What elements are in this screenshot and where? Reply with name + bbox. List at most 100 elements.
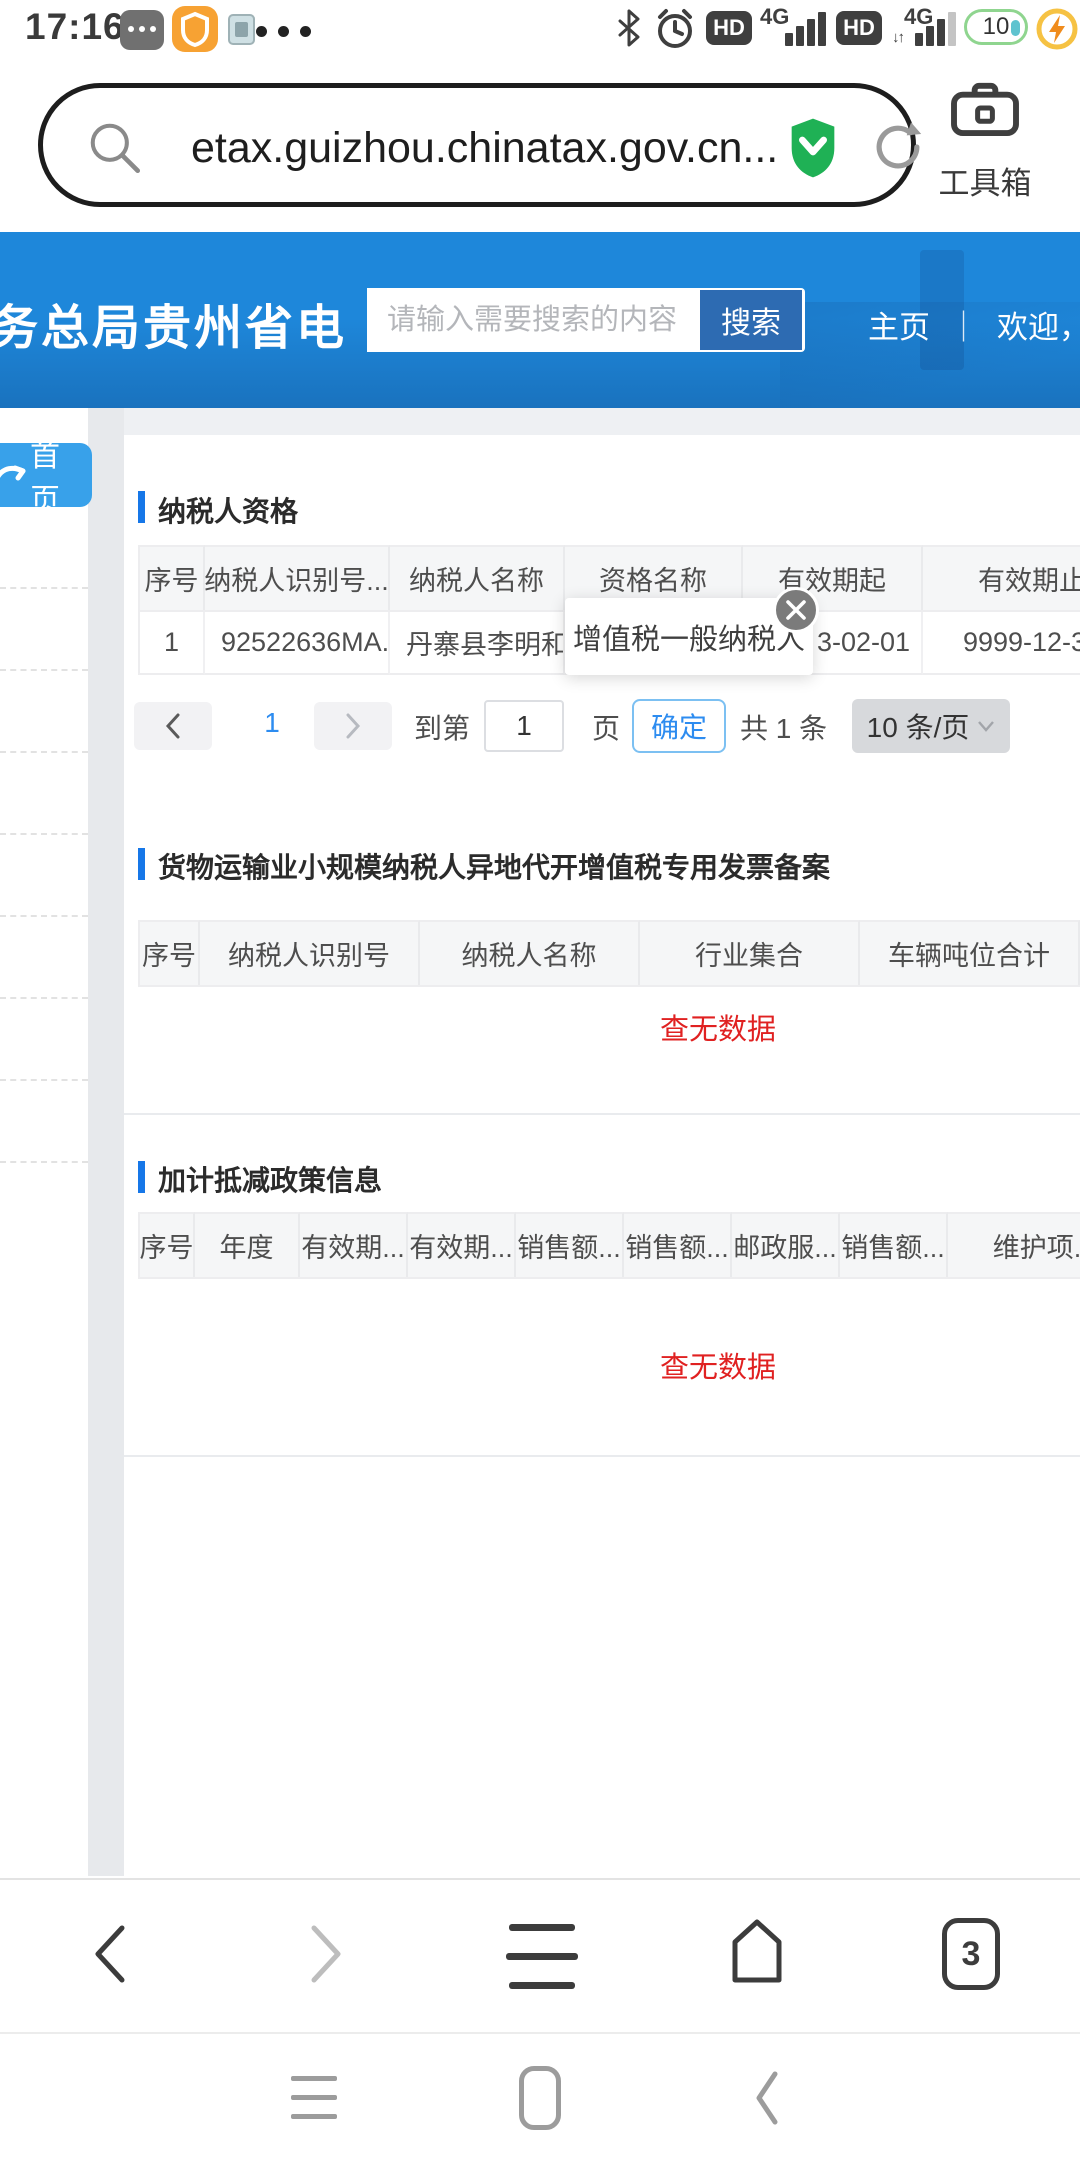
toolbox-icon[interactable] bbox=[948, 77, 1022, 139]
status-bar: 17:16 HD 4G HD 4G ↓↑ 10 bbox=[0, 0, 1080, 55]
site-search-box: 搜索 bbox=[367, 288, 805, 352]
column-header: 有效期... bbox=[408, 1212, 516, 1277]
column-header: 序号 bbox=[138, 920, 200, 985]
phone-screen: 17:16 HD 4G HD 4G ↓↑ 10 bbox=[0, 0, 1080, 2160]
system-navigation-bar bbox=[0, 2032, 1080, 2160]
sidebar-item[interactable] bbox=[0, 999, 88, 1081]
address-bar[interactable]: etax.guizhou.chinatax.gov.cn... bbox=[38, 83, 916, 207]
cell-valid-to: 9999-12-31 bbox=[923, 612, 1080, 675]
total-count-label: 共 1 条 bbox=[740, 707, 827, 747]
main-panel: 纳税人资格 序号 纳税人识别号... 纳税人名称 资格名称 有效期起 有效期止 … bbox=[124, 435, 1080, 1876]
tab-count: 3 bbox=[962, 1935, 981, 1974]
message-notification-icon bbox=[120, 10, 164, 50]
sidebar-item[interactable] bbox=[0, 753, 88, 835]
system-home-button[interactable] bbox=[519, 2066, 561, 2130]
sidebar-item[interactable] bbox=[0, 589, 88, 671]
welcome-text: 欢迎，丹 bbox=[997, 302, 1080, 347]
clock: 17:16 bbox=[25, 6, 125, 48]
sidebar-item[interactable] bbox=[0, 1081, 88, 1163]
deduction-policy-header-row: 序号 年度 有效期... 有效期... 销售额... 销售额... 邮政服...… bbox=[138, 1212, 1080, 1279]
refresh-icon[interactable] bbox=[869, 118, 927, 176]
no-data-message: 查无数据 bbox=[138, 1335, 1080, 1395]
search-icon bbox=[85, 118, 147, 180]
column-header: 销售额... bbox=[516, 1212, 624, 1277]
site-banner: 务总局贵州省电 搜索 主页 ｜ 欢迎，丹 bbox=[0, 232, 1080, 408]
cell-taxpayer-name: 丹寨县李明和... bbox=[390, 612, 565, 675]
section-divider bbox=[124, 1455, 1080, 1457]
column-header: 车辆吨位合计 bbox=[860, 920, 1080, 985]
sidebar-item[interactable] bbox=[0, 671, 88, 753]
alarm-icon bbox=[652, 6, 698, 52]
banner-links: 主页 ｜ 欢迎，丹 bbox=[868, 302, 1080, 347]
page-content: 首页 纳税人资格 序号 纳税人识别号... 纳税人名称 资格名称 有效期起 有效… bbox=[0, 408, 1080, 1876]
column-header: 序号 bbox=[138, 545, 205, 610]
battery-indicator: 10 bbox=[964, 9, 1028, 45]
browser-back-button[interactable] bbox=[80, 1920, 142, 1988]
column-header: 行业集合 bbox=[640, 920, 860, 985]
charging-icon bbox=[1036, 8, 1078, 50]
sidebar-home-label: 首页 bbox=[30, 431, 92, 519]
browser-tabs-button[interactable]: 3 bbox=[942, 1918, 1000, 1990]
goto-page-label: 到第 bbox=[414, 707, 470, 747]
column-header: 纳税人名称 bbox=[420, 920, 640, 985]
close-icon bbox=[784, 598, 808, 622]
column-header: 有效期止 bbox=[923, 545, 1080, 610]
browser-forward-button[interactable] bbox=[294, 1920, 356, 1988]
system-recents-button[interactable] bbox=[291, 2076, 337, 2119]
browser-home-button[interactable] bbox=[725, 1916, 789, 1988]
site-search-button[interactable]: 搜索 bbox=[700, 290, 802, 350]
more-notifications-icon bbox=[256, 26, 311, 37]
hd-voice-icon: HD bbox=[706, 11, 752, 45]
no-data-message: 查无数据 bbox=[138, 997, 1080, 1057]
section1-title: 纳税人资格 bbox=[158, 490, 298, 530]
prev-page-button[interactable] bbox=[134, 702, 212, 750]
home-link[interactable]: 主页 bbox=[868, 302, 930, 347]
column-header: 销售额... bbox=[840, 1212, 948, 1277]
sidebar-item[interactable] bbox=[0, 835, 88, 917]
sidebar-gutter bbox=[88, 408, 124, 1876]
link-separator: ｜ bbox=[948, 302, 979, 347]
tooltip-close-button[interactable] bbox=[773, 587, 819, 633]
chevron-down-icon bbox=[977, 720, 995, 732]
current-page[interactable]: 1 bbox=[244, 707, 300, 739]
hd-voice-icon-2: HD bbox=[836, 11, 882, 45]
browser-address-row: etax.guizhou.chinatax.gov.cn... 工具箱 bbox=[0, 55, 1080, 232]
column-header: 邮政服... bbox=[732, 1212, 840, 1277]
page-unit-label: 页 bbox=[592, 707, 620, 747]
column-header: 销售额... bbox=[624, 1212, 732, 1277]
page-number-input[interactable] bbox=[484, 700, 564, 752]
sidebar bbox=[0, 408, 88, 1876]
column-header: 纳税人识别号... bbox=[205, 545, 390, 610]
toolbox-label[interactable]: 工具箱 bbox=[925, 158, 1045, 203]
sidebar-menu bbox=[0, 507, 88, 1163]
bluetooth-icon bbox=[616, 8, 642, 48]
next-page-button[interactable] bbox=[314, 702, 392, 750]
section-divider bbox=[124, 1113, 1080, 1115]
section-accent bbox=[138, 848, 145, 880]
browser-navigation-bar: 3 bbox=[0, 1878, 1080, 2032]
confirm-button[interactable]: 确定 bbox=[632, 699, 726, 753]
url-text[interactable]: etax.guizhou.chinatax.gov.cn... bbox=[191, 124, 751, 173]
section3-title: 加计抵减政策信息 bbox=[158, 1159, 382, 1199]
sidebar-item[interactable] bbox=[0, 917, 88, 999]
page-size-value: 10 条/页 bbox=[867, 706, 970, 746]
security-shield-icon[interactable] bbox=[785, 116, 841, 180]
chevron-left-icon bbox=[160, 711, 186, 741]
security-app-icon bbox=[172, 6, 218, 52]
system-back-button[interactable] bbox=[745, 2068, 789, 2128]
app-notification-icon bbox=[228, 14, 255, 45]
chevron-right-icon bbox=[340, 711, 366, 741]
browser-menu-button[interactable] bbox=[506, 1924, 578, 1989]
column-header: 有效期... bbox=[300, 1212, 408, 1277]
section2-title: 货物运输业小规模纳税人异地代开增值税专用发票备案 bbox=[158, 846, 830, 886]
column-header: 序号 bbox=[138, 1212, 195, 1277]
signal-strength-icon-sim1: 4G bbox=[760, 6, 826, 48]
site-search-input[interactable] bbox=[367, 288, 697, 352]
sidebar-item[interactable] bbox=[0, 507, 88, 589]
cell-index: 1 bbox=[138, 612, 205, 675]
freight-transport-header-row: 序号 纳税人识别号 纳税人名称 行业集合 车辆吨位合计 bbox=[138, 920, 1080, 987]
column-header: 维护项... bbox=[948, 1212, 1080, 1277]
sidebar-item-home[interactable]: 首页 bbox=[0, 443, 92, 507]
column-header: 纳税人名称 bbox=[390, 545, 565, 610]
page-size-select[interactable]: 10 条/页 bbox=[852, 699, 1010, 753]
